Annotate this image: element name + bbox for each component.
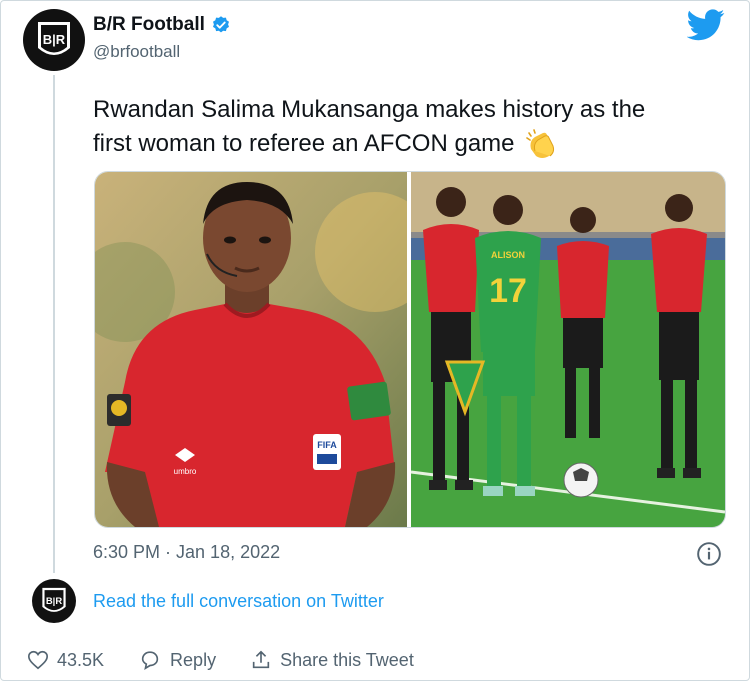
verified-badge-icon bbox=[212, 16, 229, 33]
tweet-card: B|R B/R Football @brfootball Rwandan Sal… bbox=[0, 0, 750, 681]
referee-portrait-photo: FIFA umbro bbox=[95, 172, 435, 527]
share-label: Share this Tweet bbox=[280, 649, 414, 670]
player-number: 17 bbox=[489, 272, 527, 310]
share-button[interactable]: Share this Tweet bbox=[250, 649, 414, 671]
tweet-timestamp[interactable]: 6:30 PM · Jan 18, 2022 bbox=[93, 542, 280, 563]
conversation-avatar[interactable]: B|R bbox=[32, 579, 76, 623]
read-full-conversation-link[interactable]: Read the full conversation on Twitter bbox=[93, 591, 384, 612]
thread-line bbox=[53, 75, 55, 573]
avatar-text: B|R bbox=[43, 32, 66, 47]
heart-icon bbox=[28, 650, 48, 670]
account-handle[interactable]: @brfootball bbox=[93, 42, 180, 62]
tweet-text-line-1: Rwandan Salima Mukansanga makes history … bbox=[93, 96, 646, 123]
share-icon bbox=[252, 650, 270, 669]
reply-bubble-icon bbox=[141, 651, 159, 670]
reply-button[interactable]: Reply bbox=[138, 649, 216, 671]
tweet-text-line-2-text: first woman to referee an AFCON game bbox=[93, 130, 515, 157]
player-name: ALISON bbox=[491, 250, 525, 260]
like-count: 43.5K bbox=[57, 649, 105, 670]
twitter-bird-icon[interactable] bbox=[686, 9, 725, 46]
tweet-media[interactable]: FIFA umbro 17 ALISON bbox=[94, 171, 726, 528]
account-avatar[interactable]: B|R bbox=[23, 9, 85, 71]
br-logo-small-icon: B|R bbox=[42, 587, 66, 612]
match-officials-photo: 17 ALISON bbox=[410, 172, 725, 527]
tweet-text: Rwandan Salima Mukansanga makes history … bbox=[93, 93, 733, 161]
tweet-actions: 43.5K Reply Share this Tweet bbox=[27, 649, 448, 671]
display-name[interactable]: B/R Football bbox=[93, 14, 205, 36]
clapping-hands-icon bbox=[526, 128, 555, 158]
like-button[interactable]: 43.5K bbox=[27, 649, 104, 671]
fifa-badge-text: FIFA bbox=[317, 440, 337, 450]
tweet-text-line-2: first woman to referee an AFCON game bbox=[93, 127, 733, 161]
media-photos: FIFA umbro 17 ALISON bbox=[95, 172, 725, 527]
info-icon[interactable] bbox=[696, 541, 722, 572]
avatar-small-text: B|R bbox=[46, 596, 62, 607]
br-logo-icon: B|R bbox=[38, 22, 70, 55]
name-row: B/R Football bbox=[93, 14, 231, 36]
reply-label: Reply bbox=[170, 649, 217, 670]
svg-text:umbro: umbro bbox=[174, 467, 197, 476]
